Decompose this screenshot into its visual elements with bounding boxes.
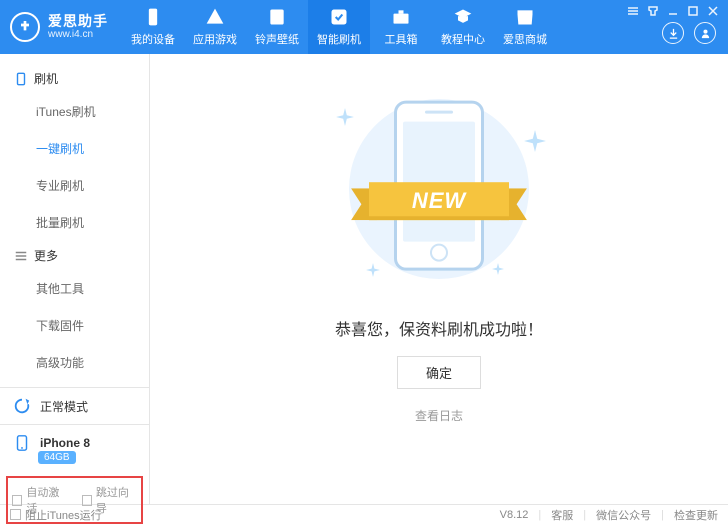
phone-icon — [12, 433, 32, 453]
sidebar-item-itunes-flash[interactable]: iTunes刷机 — [28, 93, 149, 130]
maximize-icon[interactable] — [686, 4, 700, 18]
device-mode-row[interactable]: 正常模式 — [0, 388, 149, 424]
device-outline-icon — [14, 72, 28, 86]
storage-badge: 64GB — [38, 451, 76, 464]
nav-ringtones-wallpapers[interactable]: 铃声壁纸 — [246, 0, 308, 54]
wechat-link[interactable]: 微信公众号 — [596, 507, 651, 523]
sidebar-item-download-firmware[interactable]: 下载固件 — [28, 307, 149, 344]
sparkle-icon — [336, 108, 354, 129]
confirm-button[interactable]: 确定 — [397, 356, 481, 389]
nav-smart-flash[interactable]: 智能刷机 — [308, 0, 370, 54]
nav-toolbox[interactable]: 工具箱 — [370, 0, 432, 54]
device-row[interactable]: iPhone 8 64GB — [0, 424, 149, 472]
checkbox-block-itunes[interactable]: 阻止iTunes运行 — [10, 507, 102, 523]
sidebar-item-batch-flash[interactable]: 批量刷机 — [28, 204, 149, 241]
view-log-link[interactable]: 查看日志 — [415, 407, 463, 424]
main-panel: NEW 恭喜您，保资料刷机成功啦！ 确定 查看日志 — [150, 54, 728, 504]
user-icon[interactable] — [694, 22, 716, 44]
sidebar-item-pro-flash[interactable]: 专业刷机 — [28, 167, 149, 204]
support-link[interactable]: 客服 — [551, 507, 573, 523]
version-label: V8.12 — [500, 509, 529, 521]
sidebar-section-flash: 刷机 — [0, 64, 149, 93]
nav-tutorials[interactable]: 教程中心 — [432, 0, 494, 54]
minimize-icon[interactable] — [666, 4, 680, 18]
success-illustration: NEW — [314, 94, 564, 284]
main-nav: 我的设备 应用游戏 铃声壁纸 智能刷机 工具箱 教程中心 爱思商城 — [122, 0, 626, 54]
app-title: 爱思助手 — [48, 14, 108, 29]
sparkle-icon — [492, 263, 504, 278]
app-logo: 爱思助手 www.i4.cn — [0, 0, 122, 54]
sidebar-item-oneclick-flash[interactable]: 一键刷机 — [28, 130, 149, 167]
sidebar: 刷机 iTunes刷机 一键刷机 专业刷机 批量刷机 更多 其他工具 下载固件 … — [0, 54, 150, 504]
sidebar-item-other-tools[interactable]: 其他工具 — [28, 270, 149, 307]
success-message: 恭喜您，保资料刷机成功啦！ — [335, 316, 543, 340]
logo-icon — [10, 12, 40, 42]
skin-icon[interactable] — [646, 4, 660, 18]
nav-store[interactable]: 爱思商城 — [494, 0, 556, 54]
sidebar-section-more: 更多 — [0, 241, 149, 270]
nav-apps-games[interactable]: 应用游戏 — [184, 0, 246, 54]
device-name: iPhone 8 — [40, 436, 90, 450]
app-url: www.i4.cn — [48, 29, 108, 40]
sparkle-icon — [366, 263, 380, 280]
check-update-link[interactable]: 检查更新 — [674, 507, 718, 523]
close-icon[interactable] — [706, 4, 720, 18]
sidebar-item-advanced[interactable]: 高级功能 — [28, 344, 149, 381]
refresh-icon — [12, 396, 32, 416]
menu-icon[interactable] — [626, 4, 640, 18]
nav-my-device[interactable]: 我的设备 — [122, 0, 184, 54]
download-icon[interactable] — [662, 22, 684, 44]
app-header: 爱思助手 www.i4.cn 我的设备 应用游戏 铃声壁纸 智能刷机 工具箱 教… — [0, 0, 728, 54]
sparkle-icon — [524, 130, 546, 155]
new-ribbon: NEW — [351, 172, 527, 228]
menu-lines-icon — [14, 249, 28, 263]
